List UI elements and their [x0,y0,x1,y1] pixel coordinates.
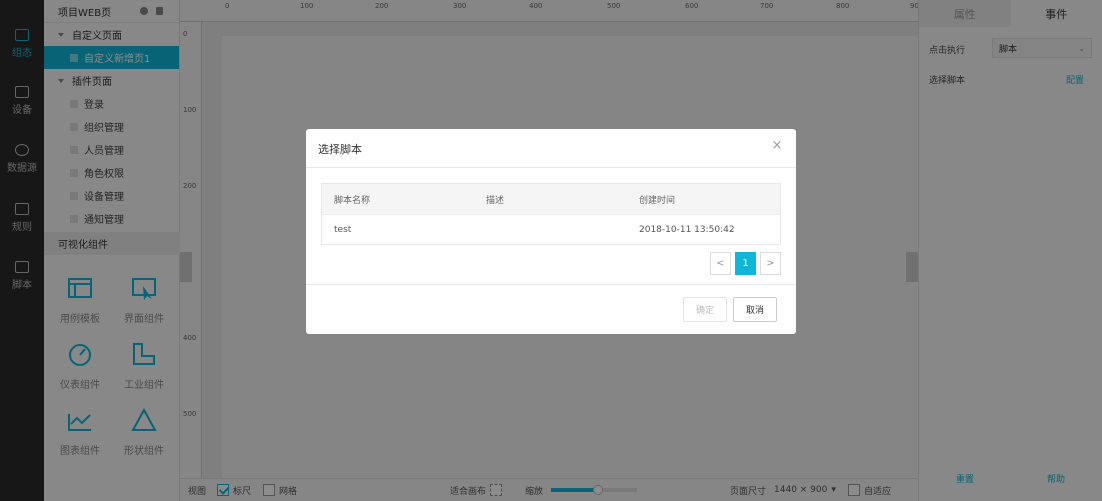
prev-page-button[interactable]: < [710,252,731,275]
divider [306,167,796,168]
script-table: 脚本名称 描述 创建时间 test 2018-10-11 13:50:42 [321,183,781,245]
column-header: 描述 [486,195,505,206]
divider [306,284,796,285]
column-header: 脚本名称 [334,195,371,206]
next-page-button[interactable]: > [760,252,781,275]
page-1-button[interactable]: 1 [735,252,756,275]
pagination: < 1 > [710,252,781,275]
confirm-button[interactable]: 确定 [683,297,727,322]
column-header: 创建时间 [639,195,676,206]
script-name-cell: test [334,224,352,235]
table-header: 脚本名称 描述 创建时间 [322,184,780,214]
close-icon[interactable]: × [770,139,784,153]
table-row[interactable]: test 2018-10-11 13:50:42 [322,214,780,244]
cancel-button[interactable]: 取消 [733,297,777,322]
dialog-title: 选择脚本 [318,143,362,156]
select-script-dialog: 选择脚本 × 脚本名称 描述 创建时间 test 2018-10-11 13:5… [306,129,796,334]
script-created-cell: 2018-10-11 13:50:42 [639,224,735,235]
